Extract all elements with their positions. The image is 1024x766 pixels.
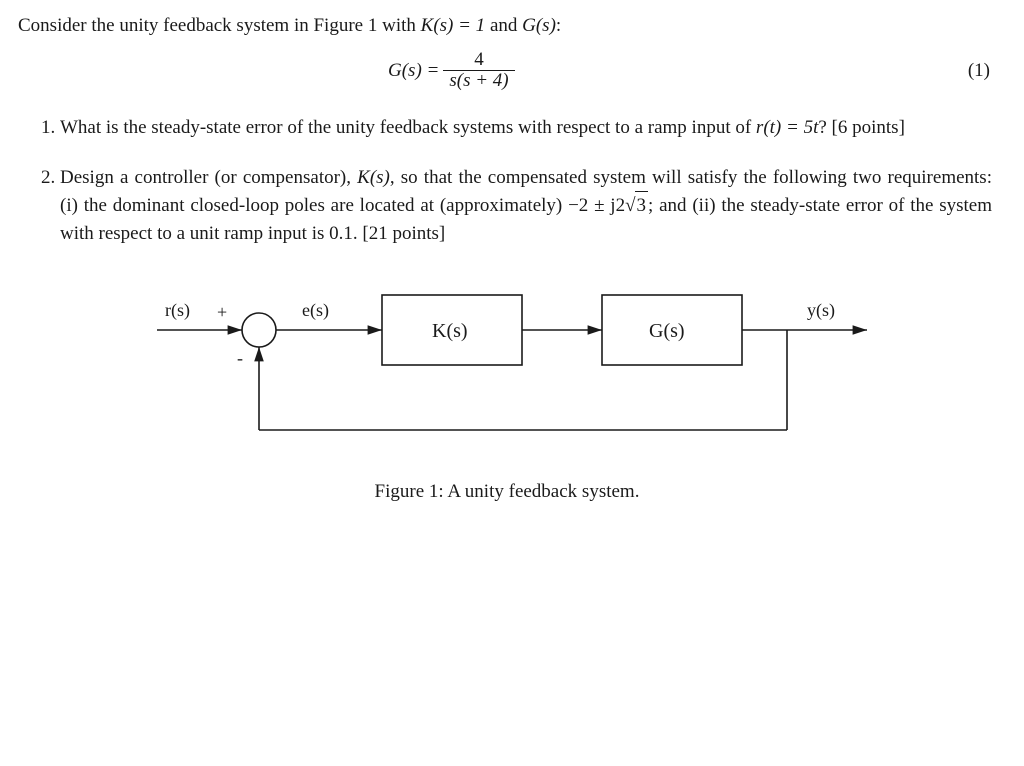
label-G: G(s) xyxy=(649,320,685,342)
label-plus: + xyxy=(217,302,227,322)
intro-G: G(s) xyxy=(522,15,556,36)
eq-fraction: 4 s (s + 4) xyxy=(443,50,514,93)
eq-denominator: s (s + 4) xyxy=(443,70,514,92)
eq-lhs: G(s) = xyxy=(388,57,439,85)
intro-post: : xyxy=(556,15,561,36)
eq-tag: (1) xyxy=(968,57,996,85)
label-K: K(s) xyxy=(432,320,468,342)
label-r: r(s) xyxy=(165,300,190,321)
display-equation: G(s) = 4 s (s + 4) (1) xyxy=(18,50,996,93)
figure-caption: Figure 1: A unity feedback system. xyxy=(18,478,996,506)
intro-pre: Consider the unity feedback system in Fi… xyxy=(18,15,421,36)
block-diagram: r(s) + - e(s) K(s) G(s) y(s) xyxy=(127,270,887,460)
label-y: y(s) xyxy=(807,300,835,321)
intro-K: K(s) = 1 xyxy=(421,15,486,36)
figure-1: r(s) + - e(s) K(s) G(s) y(s) Figure 1: A… xyxy=(18,270,996,506)
label-minus: - xyxy=(237,348,243,368)
summing-junction-icon xyxy=(242,313,276,347)
eq-numerator: 4 xyxy=(468,50,490,71)
intro-line: Consider the unity feedback system in Fi… xyxy=(18,12,996,40)
label-e: e(s) xyxy=(302,300,329,321)
question-2: Design a controller (or compensator), K(… xyxy=(60,164,996,248)
question-1: What is the steady-state error of the un… xyxy=(60,114,996,142)
intro-mid: and xyxy=(485,15,522,36)
